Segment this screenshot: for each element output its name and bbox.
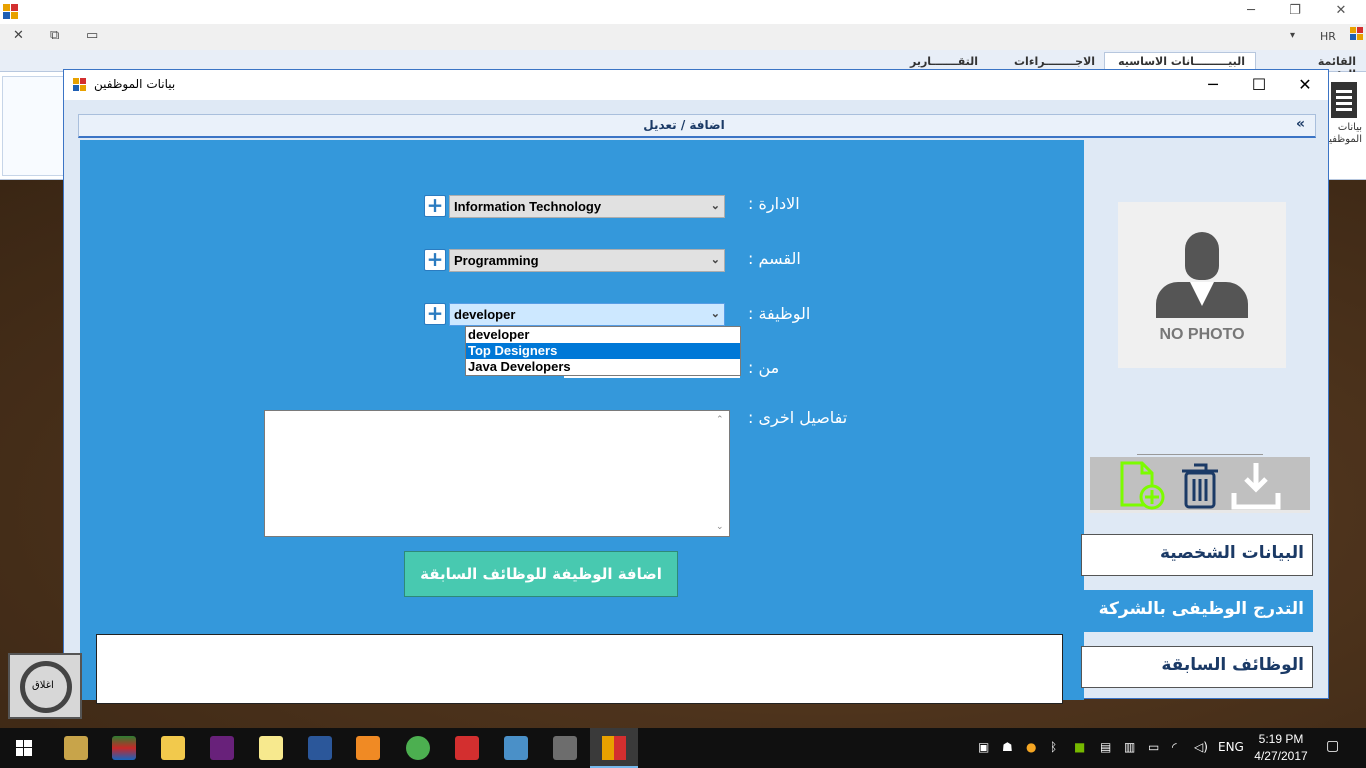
nvidia-icon[interactable]: ■ bbox=[1074, 740, 1085, 754]
details-textarea[interactable]: ⌃ ⌄ bbox=[264, 410, 730, 537]
menu-list-icon bbox=[1331, 82, 1357, 118]
chevron-down-icon: ⌄ bbox=[710, 200, 720, 212]
clock-time: 5:19 PM bbox=[1258, 732, 1304, 746]
sublime-icon[interactable] bbox=[64, 736, 88, 760]
download-icon[interactable] bbox=[1230, 459, 1282, 511]
word-icon[interactable] bbox=[308, 736, 332, 760]
mdi-control-bar: ✕ ⧉ ▭ ▾ HR bbox=[0, 24, 1366, 50]
bluetooth-icon[interactable]: ᛒ bbox=[1050, 740, 1057, 754]
no-photo-text: NO PHOTO bbox=[1159, 326, 1245, 343]
add-file-icon[interactable] bbox=[1114, 459, 1166, 511]
ribbon-button-label: بيانات الموظفين bbox=[1321, 122, 1362, 145]
dropdown-option[interactable]: Top Designers bbox=[466, 343, 740, 359]
mdi-restore-icon[interactable]: ⧉ bbox=[50, 28, 59, 43]
app-logo-icon bbox=[3, 4, 19, 20]
tray-app-icon[interactable]: ● bbox=[1026, 740, 1036, 754]
department-label: الادارة : bbox=[748, 194, 800, 213]
mdi-close-icon[interactable]: ✕ bbox=[13, 28, 24, 43]
chevron-down-icon: ⌄ bbox=[710, 254, 720, 266]
clock-date: 4/27/2017 bbox=[1254, 749, 1308, 763]
form-logo-icon bbox=[73, 78, 87, 92]
language-indicator: HR bbox=[1320, 30, 1336, 43]
employee-photo: NO PHOTO bbox=[1118, 202, 1286, 368]
dropdown-option[interactable]: developer bbox=[466, 327, 740, 343]
chrome-icon[interactable] bbox=[406, 736, 430, 760]
app-titlebar: ─ ❐ ✕ bbox=[0, 0, 1366, 24]
app-small-logo-icon bbox=[1350, 27, 1364, 41]
trash-icon[interactable] bbox=[1174, 459, 1226, 511]
exit-label: اغلاق bbox=[32, 680, 54, 691]
form-body: اضافة / تعديل « الادارة : + Information … bbox=[64, 100, 1328, 704]
mdi-minimize-icon[interactable]: ▭ bbox=[86, 28, 98, 43]
collapse-icon[interactable]: « bbox=[1296, 116, 1305, 132]
jobs-grid[interactable] bbox=[96, 634, 1063, 704]
previous-jobs-nav-button[interactable]: الوظائف السابقة bbox=[1081, 646, 1313, 688]
add-job-type-button[interactable]: + bbox=[424, 303, 446, 325]
notifications-icon[interactable]: ▢ bbox=[1326, 738, 1339, 754]
add-section-button[interactable]: + bbox=[424, 249, 446, 271]
details-label: تفاصيل اخرى : bbox=[748, 408, 848, 427]
department-select[interactable]: Information Technology ⌄ bbox=[449, 195, 725, 218]
section-select[interactable]: Programming ⌄ bbox=[449, 249, 725, 272]
exit-app-button[interactable]: اغلاق bbox=[8, 653, 82, 719]
scroll-up-icon[interactable]: ⌃ bbox=[716, 415, 724, 425]
employee-data-ribbon-button[interactable]: بيانات الموظفين bbox=[1321, 82, 1362, 162]
tools-icon[interactable] bbox=[553, 736, 577, 760]
job-dropdown-list: developer Top Designers Java Developers bbox=[465, 326, 741, 376]
personal-data-nav-button[interactable]: البيانات الشخصية bbox=[1081, 534, 1313, 576]
battery-icon[interactable]: ▭ bbox=[1148, 740, 1159, 754]
job-value: developer bbox=[454, 307, 516, 322]
photo-actions-bar bbox=[1090, 457, 1310, 513]
chevron-down-icon: ⌄ bbox=[710, 308, 720, 320]
file-explorer-icon[interactable] bbox=[161, 736, 185, 760]
dropdown-option[interactable]: Java Developers bbox=[466, 359, 740, 375]
avatar-head bbox=[1185, 232, 1219, 280]
volume-icon[interactable]: ◁) bbox=[1194, 740, 1208, 754]
add-department-button[interactable]: + bbox=[424, 195, 446, 217]
app-restore-button[interactable]: ❐ bbox=[1272, 0, 1318, 24]
textarea-scrollbar[interactable]: ⌃ ⌄ bbox=[713, 411, 729, 536]
photo-divider bbox=[1137, 454, 1263, 455]
section-value: Programming bbox=[454, 253, 539, 268]
career-progression-nav-button[interactable]: التدرج الوظيفى بالشركة bbox=[1081, 590, 1313, 632]
wifi-icon[interactable]: ◜ bbox=[1172, 740, 1177, 754]
form-minimize-button[interactable]: ─ bbox=[1190, 72, 1236, 98]
app-minimize-button[interactable]: ─ bbox=[1228, 0, 1274, 24]
acrobat-icon[interactable] bbox=[455, 736, 479, 760]
section-title: اضافة / تعديل bbox=[643, 118, 725, 132]
department-value: Information Technology bbox=[454, 199, 602, 214]
job-select[interactable]: developer ⌄ bbox=[449, 303, 725, 326]
from-label: من : bbox=[748, 358, 780, 377]
visual-studio-icon[interactable] bbox=[210, 736, 234, 760]
job-label: الوظيفة : bbox=[748, 304, 811, 323]
books-app-icon[interactable] bbox=[112, 736, 136, 760]
ribbon-group bbox=[2, 76, 72, 176]
windows-taskbar: ▣ ☗ ● ᛒ ■ ▤ ▥ ▭ ◜ ◁) ENG 5:19 PM 4/27/20… bbox=[0, 728, 1366, 768]
section-label: القسم : bbox=[748, 249, 801, 268]
clock[interactable]: 5:19 PM 4/27/2017 bbox=[1248, 731, 1314, 765]
media-player-icon[interactable] bbox=[356, 736, 380, 760]
remote-desktop-icon[interactable] bbox=[504, 736, 528, 760]
hr-app-icon bbox=[602, 736, 626, 760]
job-entry-panel: الادارة : + Information Technology ⌄ الق… bbox=[80, 140, 1084, 704]
tray-device-icon[interactable]: ▤ bbox=[1100, 740, 1111, 754]
tray-network-icon[interactable]: ▣ bbox=[978, 740, 989, 754]
language-indicator[interactable]: ENG bbox=[1218, 740, 1244, 754]
app-close-button[interactable]: ✕ bbox=[1318, 0, 1364, 24]
add-to-previous-jobs-button[interactable]: اضافة الوظيفة للوظائف السابقة bbox=[404, 551, 678, 597]
form-maximize-button[interactable]: ☐ bbox=[1236, 72, 1282, 98]
employee-data-form: بيانات الموظفين ─ ☐ ✕ اضافة / تعديل « ال… bbox=[63, 69, 1329, 704]
printer-icon[interactable]: ▥ bbox=[1124, 740, 1135, 754]
windows-start-icon[interactable] bbox=[16, 740, 32, 756]
scroll-down-icon[interactable]: ⌄ bbox=[716, 522, 724, 532]
form-close-button[interactable]: ✕ bbox=[1282, 72, 1328, 98]
section-header: اضافة / تعديل « bbox=[78, 114, 1316, 138]
sticky-notes-icon[interactable] bbox=[259, 736, 283, 760]
quick-access-dropdown-icon[interactable]: ▾ bbox=[1290, 30, 1295, 41]
active-app-taskbar-button[interactable] bbox=[590, 728, 638, 768]
form-titlebar: بيانات الموظفين ─ ☐ ✕ bbox=[64, 70, 1328, 100]
tray-people-icon[interactable]: ☗ bbox=[1002, 740, 1013, 754]
form-title: بيانات الموظفين bbox=[94, 77, 176, 91]
